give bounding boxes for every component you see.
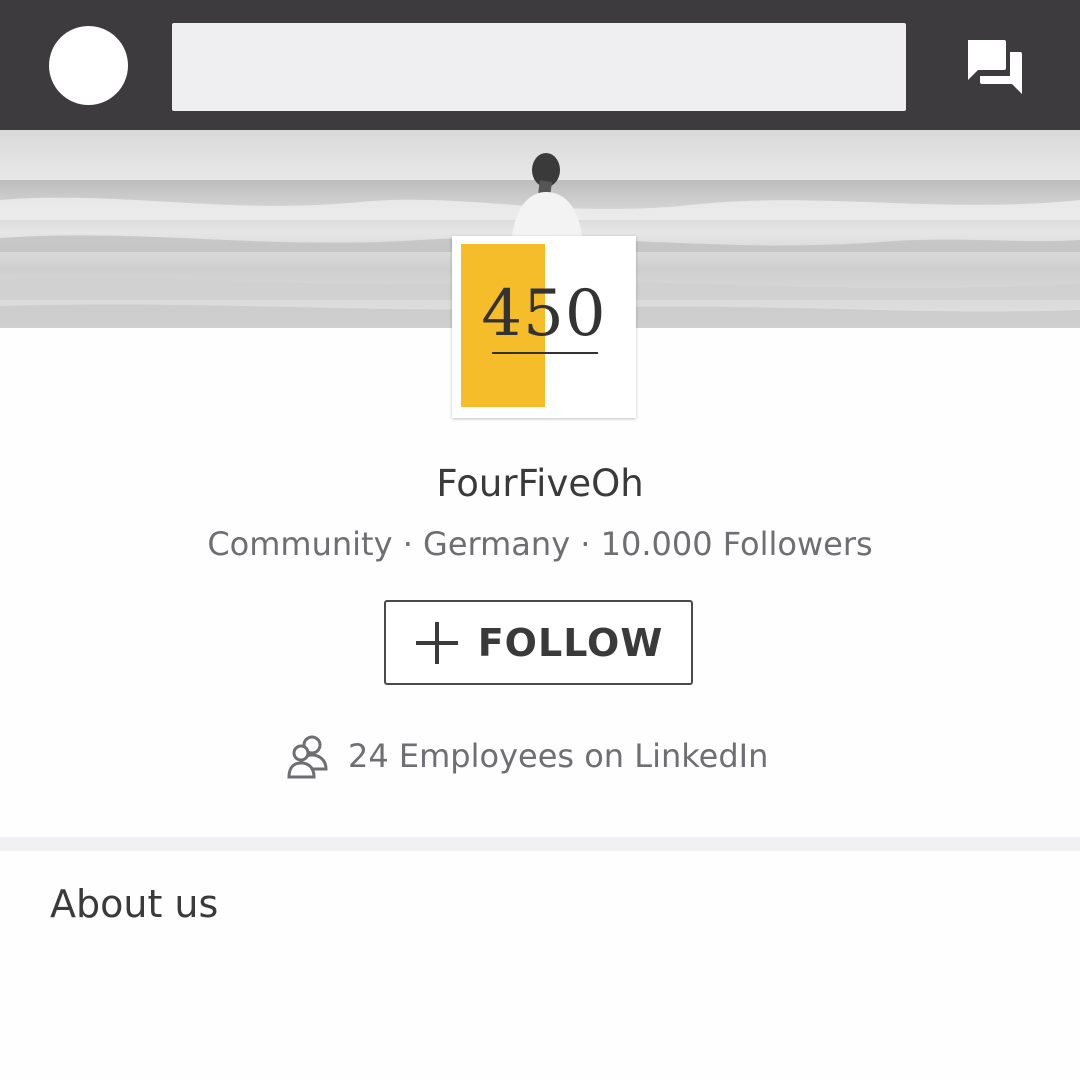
company-logo: 450	[452, 236, 636, 418]
top-bar	[0, 0, 1080, 130]
company-meta: Community · Germany · 10.000 Followers	[207, 525, 873, 563]
about-title: About us	[50, 882, 219, 926]
plus-icon	[415, 621, 458, 664]
messages-icon[interactable]	[960, 36, 1028, 100]
logo-text: 450	[481, 277, 607, 351]
follow-label: FOLLOW	[477, 620, 664, 665]
employees-label: 24 Employees on LinkedIn	[348, 737, 769, 775]
avatar[interactable]	[49, 26, 128, 105]
section-divider	[0, 837, 1080, 851]
logo-underline	[492, 352, 598, 354]
company-page: 450 FourFiveOh Community · Germany · 10.…	[0, 0, 1080, 1080]
employees-link[interactable]: 24 Employees on LinkedIn	[286, 730, 768, 782]
people-icon	[287, 735, 328, 779]
follow-button[interactable]: FOLLOW	[384, 600, 693, 685]
search-input[interactable]	[172, 23, 906, 111]
company-name: FourFiveOh	[436, 462, 644, 505]
